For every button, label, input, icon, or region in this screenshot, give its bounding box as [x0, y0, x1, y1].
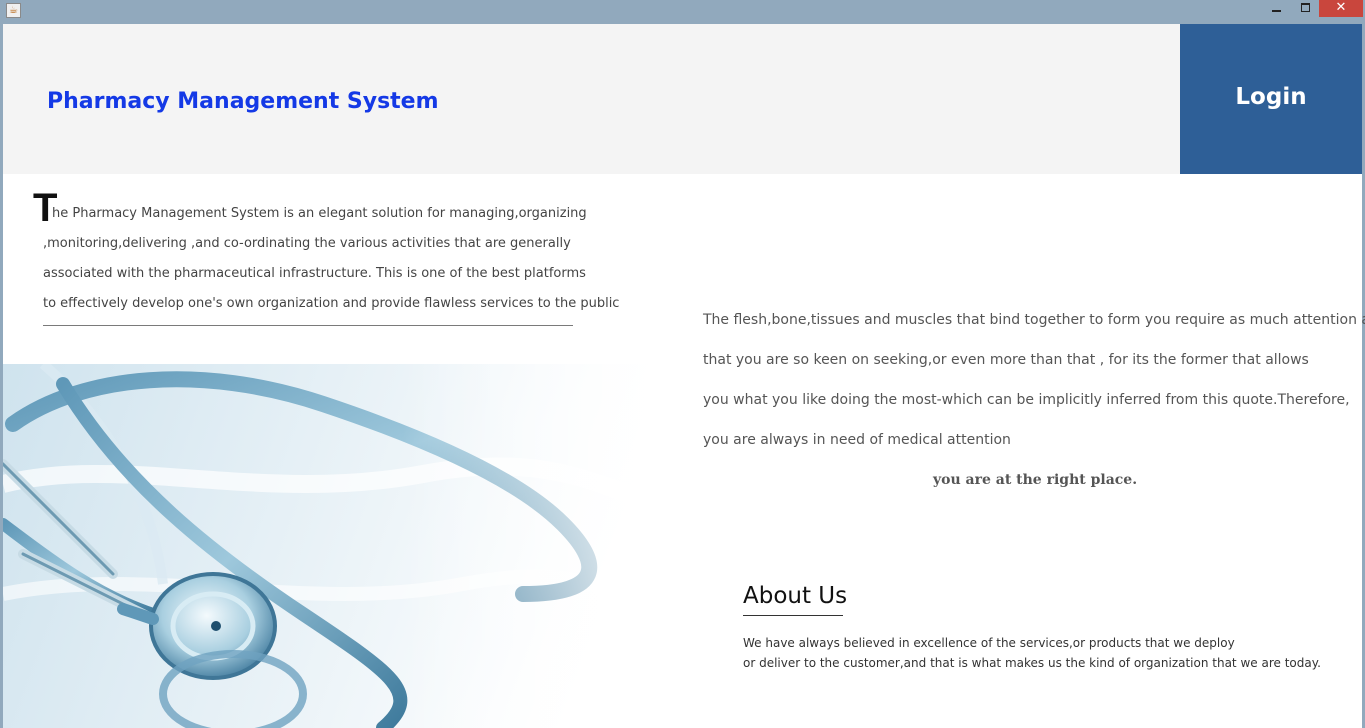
window-titlebar[interactable]: ☕ ✕: [0, 0, 1365, 24]
about-us-heading: About Us: [743, 583, 848, 609]
stethoscope-image: [3, 364, 668, 728]
intro-line: associated with the pharmaceutical infra…: [43, 266, 586, 281]
about-us-underline: [743, 615, 843, 616]
maximize-icon: [1300, 3, 1310, 12]
header-panel: Pharmacy Management System: [3, 24, 1180, 174]
maximize-button[interactable]: [1292, 0, 1318, 17]
java-app-icon: ☕: [6, 3, 21, 18]
about-us-line: We have always believed in excellence of…: [743, 636, 1235, 650]
login-button[interactable]: Login: [1180, 24, 1362, 174]
intro-line: to effectively develop one's own organiz…: [43, 296, 620, 311]
app-title: Pharmacy Management System: [47, 89, 439, 114]
minimize-icon: [1271, 10, 1281, 12]
close-button[interactable]: ✕: [1319, 0, 1363, 17]
minimize-button[interactable]: [1262, 0, 1290, 17]
quote-line: you are always in need of medical attent…: [703, 432, 1011, 448]
quote-line: you what you like doing the most-which c…: [703, 392, 1350, 408]
intro-divider: [43, 325, 573, 326]
stethoscope-illustration: [3, 364, 668, 728]
intro-line: he Pharmacy Management System is an eleg…: [52, 206, 587, 221]
intro-line: ,monitoring,delivering ,and co-ordinatin…: [43, 236, 571, 251]
right-place-tagline: you are at the right place.: [933, 472, 1138, 488]
quote-line: that you are so keen on seeking,or even …: [703, 352, 1309, 368]
quote-line: The flesh,bone,tissues and muscles that …: [703, 312, 1365, 328]
about-us-line: or deliver to the customer,and that is w…: [743, 656, 1321, 670]
